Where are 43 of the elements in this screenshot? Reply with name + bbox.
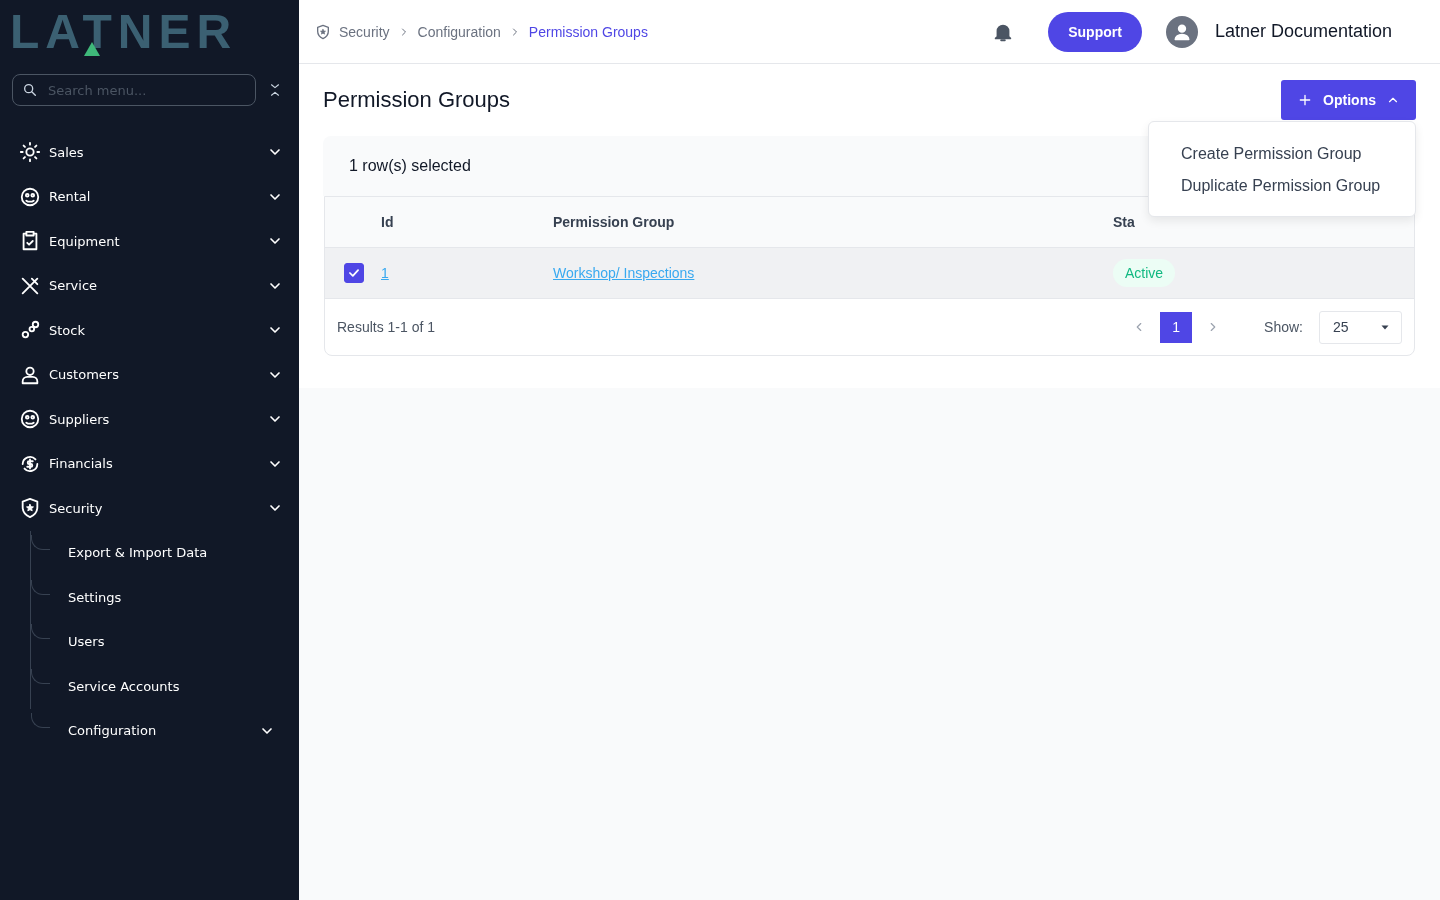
avatar-icon[interactable] <box>1165 15 1198 48</box>
sidebar-item[interactable]: Settings <box>31 575 299 620</box>
column-header: Sta <box>1113 214 1135 230</box>
support-button[interactable]: Support <box>1048 11 1142 52</box>
breadcrumb-link[interactable]: Permission Groups <box>528 23 648 40</box>
menu-item[interactable]: Duplicate Permission Group <box>1149 170 1415 202</box>
sidebar-item[interactable]: Configuration <box>31 708 299 753</box>
column-header: Id <box>381 214 394 230</box>
sidebar-item[interactable]: Users <box>31 619 299 664</box>
page-title: Permission Groups <box>323 87 511 113</box>
sidebar-item[interactable]: Service Accounts <box>31 664 299 709</box>
sidebar-item[interactable]: Customers <box>0 352 299 397</box>
sidebar-item[interactable]: Stock <box>0 308 299 353</box>
search-icon <box>22 82 38 98</box>
sidebar-item[interactable]: Export & Import Data <box>31 530 299 575</box>
logo: LATNER <box>10 6 239 58</box>
check-icon <box>347 266 361 280</box>
row-checkbox[interactable] <box>344 263 364 283</box>
breadcrumb-link[interactable]: Configuration <box>417 23 501 40</box>
shield-icon <box>19 497 41 520</box>
status-badge: Active <box>1113 259 1176 287</box>
sidebar-item[interactable]: Service <box>0 263 299 308</box>
options-button[interactable]: Options <box>1281 80 1416 120</box>
face-icon <box>19 408 41 431</box>
results-count: Results 1-1 of 1 <box>337 319 436 335</box>
selection-count: 1 row(s) selected <box>349 157 471 175</box>
sidebar-item[interactable]: Equipment <box>0 219 299 264</box>
face-icon <box>19 185 41 208</box>
sidebar-item[interactable]: Security <box>0 486 299 531</box>
column-header: Permission Group <box>553 214 675 230</box>
sidebar-item[interactable]: Sales <box>0 130 299 175</box>
search-field[interactable]: Search menu... <box>12 74 256 106</box>
sidebar-item[interactable]: Financials <box>0 441 299 486</box>
sun-icon <box>19 141 41 164</box>
show-label: Show: <box>1264 319 1303 335</box>
breadcrumb-link[interactable]: Security <box>339 23 390 40</box>
page-button[interactable]: 1 <box>1160 311 1193 343</box>
user-name[interactable]: Latner Documentation <box>1214 21 1392 42</box>
sidebar-item[interactable]: Suppliers <box>0 397 299 442</box>
menu-item[interactable]: Create Permission Group <box>1149 138 1415 170</box>
page-size-select[interactable]: 25 <box>1319 310 1402 344</box>
sidebar-item[interactable]: Rental <box>0 174 299 219</box>
shield-icon <box>315 23 331 40</box>
